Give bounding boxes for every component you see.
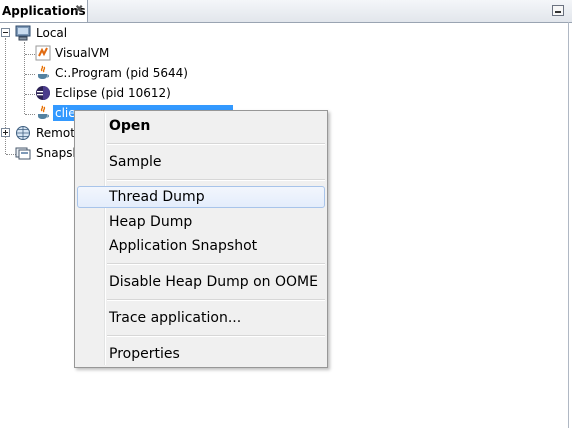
menu-item-application-snapshot[interactable]: Application Snapshot	[77, 235, 325, 257]
panel-border	[568, 22, 569, 428]
tab-title: Applications	[2, 4, 86, 18]
snapshots-icon	[15, 147, 31, 160]
menu-separator	[107, 179, 325, 181]
minimize-icon[interactable]	[552, 5, 564, 16]
menu-item-sample[interactable]: Sample	[77, 151, 325, 173]
menu-separator	[107, 263, 325, 265]
close-icon[interactable]: ✖	[75, 4, 83, 16]
computer-icon	[15, 25, 31, 41]
context-menu: Open Sample Thread Dump Heap Dump Applic…	[74, 110, 328, 368]
menu-item-thread-dump[interactable]: Thread Dump	[77, 186, 325, 208]
menu-separator	[107, 299, 325, 301]
collapse-toggle-local[interactable]	[1, 28, 10, 37]
menu-item-properties[interactable]: Properties	[77, 343, 325, 365]
tree-node-remote[interactable]: Remot	[36, 125, 75, 141]
remote-hosts-icon	[16, 126, 30, 140]
tab-bar: Applications ✖	[0, 0, 572, 23]
expand-toggle-remote[interactable]	[1, 128, 10, 137]
tree-connector	[25, 54, 35, 55]
menu-separator	[107, 143, 325, 145]
tree-connector	[25, 114, 35, 115]
tree-node-visualvm[interactable]: VisualVM	[55, 45, 109, 61]
tree-connector	[25, 74, 35, 75]
applications-window: Applications ✖ Local VisualVM C:.Program…	[0, 0, 572, 428]
tree-connector	[24, 42, 25, 114]
tree-node-program[interactable]: C:.Program (pid 5644)	[55, 65, 188, 81]
visualvm-icon	[35, 45, 51, 61]
menu-item-trace-application[interactable]: Trace application...	[77, 307, 325, 329]
tree-node-local[interactable]: Local	[36, 25, 67, 41]
eclipse-icon	[36, 86, 50, 100]
tree-connector	[25, 94, 35, 95]
menu-separator	[107, 335, 325, 337]
java-icon	[38, 65, 49, 79]
menu-item-open[interactable]: Open	[77, 115, 325, 137]
menu-item-disable-heap-dump-oome[interactable]: Disable Heap Dump on OOME	[77, 271, 325, 293]
tab-applications[interactable]: Applications ✖	[0, 0, 88, 22]
menu-item-heap-dump[interactable]: Heap Dump	[77, 211, 325, 233]
tree-node-eclipse[interactable]: Eclipse (pid 10612)	[55, 85, 171, 101]
java-icon	[38, 105, 49, 119]
